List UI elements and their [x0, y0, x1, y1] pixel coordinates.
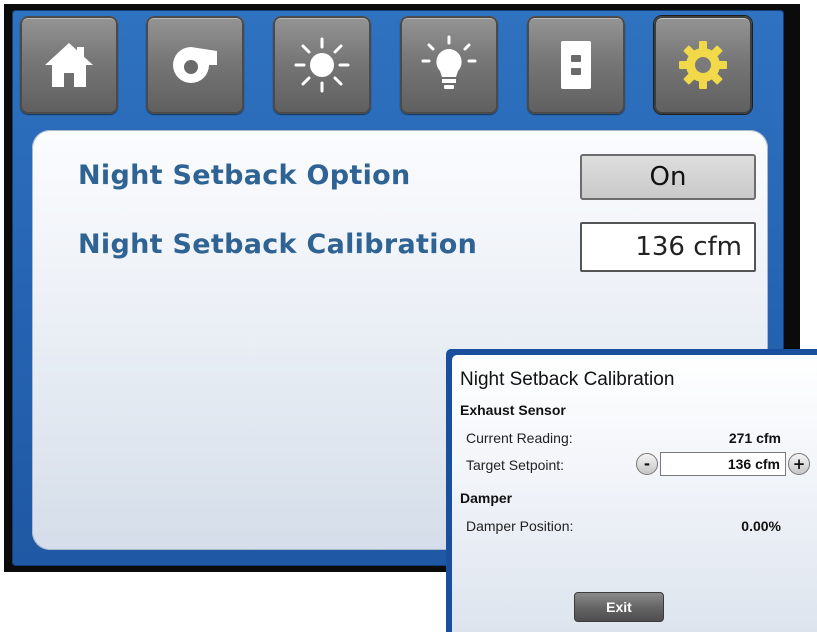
target-setpoint-label: Target Setpoint:	[466, 457, 565, 473]
night-setback-option-button[interactable]: On	[580, 154, 756, 200]
current-reading-label: Current Reading:	[466, 430, 573, 446]
fan-icon	[173, 47, 217, 83]
damper-heading: Damper	[460, 490, 513, 506]
decrement-button[interactable]: -	[636, 453, 658, 475]
tab-lighting[interactable]	[400, 16, 498, 114]
tab-fan[interactable]	[146, 16, 244, 114]
sun-icon	[294, 37, 350, 93]
increment-button[interactable]: +	[788, 453, 810, 475]
target-setpoint-input[interactable]: 136 cfm	[660, 452, 786, 476]
lightbulb-icon	[421, 35, 477, 89]
calibration-dialog: Night Setback Calibration Exhaust Sensor…	[446, 349, 817, 632]
gear-icon	[679, 41, 727, 89]
home-icon	[45, 43, 93, 87]
door-icon	[561, 41, 591, 89]
tab-settings[interactable]	[654, 16, 752, 114]
exit-button[interactable]: Exit	[574, 592, 664, 622]
tab-door[interactable]	[527, 16, 625, 114]
damper-position-value: 0.00%	[741, 518, 781, 534]
calibration-dialog-body: Night Setback Calibration Exhaust Sensor…	[452, 355, 817, 632]
night-setback-calibration-field[interactable]: 136 cfm	[580, 222, 756, 272]
tab-sun[interactable]	[273, 16, 371, 114]
night-setback-calibration-label: Night Setback Calibration	[78, 229, 478, 260]
night-setback-option-label: Night Setback Option	[78, 160, 411, 191]
current-reading-value: 271 cfm	[728, 430, 781, 446]
exhaust-sensor-heading: Exhaust Sensor	[460, 402, 566, 418]
tab-home[interactable]	[20, 16, 118, 114]
damper-position-label: Damper Position:	[466, 518, 574, 534]
tab-bar	[12, 16, 784, 116]
dialog-title: Night Setback Calibration	[460, 369, 675, 390]
target-setpoint-stepper: - 136 cfm +	[636, 452, 814, 478]
